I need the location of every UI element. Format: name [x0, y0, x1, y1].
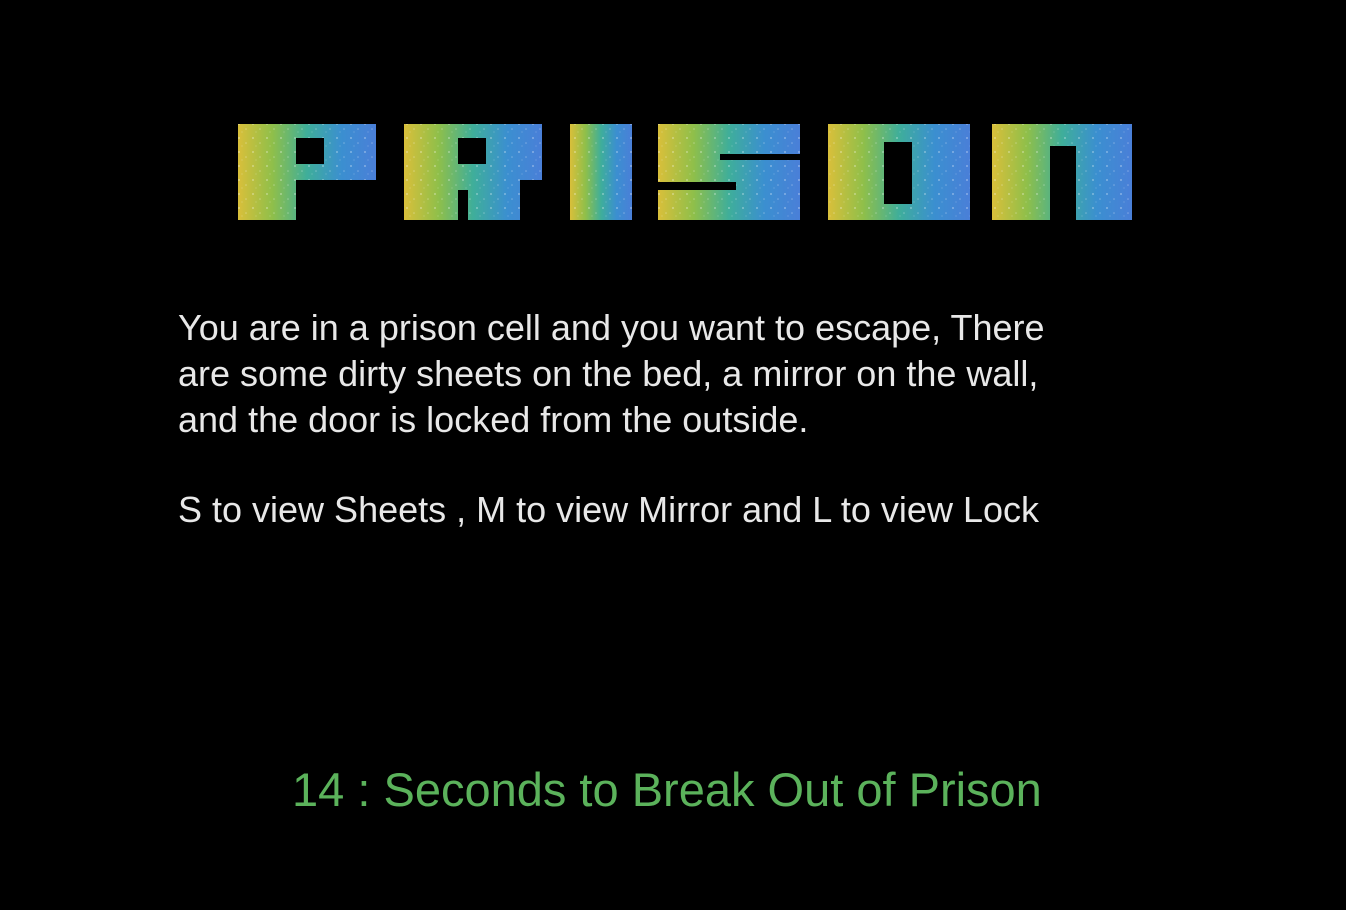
timer-label: Seconds to Break Out of Prison	[383, 763, 1042, 816]
timer-separator: :	[344, 763, 384, 816]
countdown-timer: 14 : Seconds to Break Out of Prison	[292, 762, 1192, 818]
timer-seconds: 14	[292, 763, 345, 816]
scene-description: You are in a prison cell and you want to…	[178, 305, 1178, 443]
logo-texture	[238, 124, 1132, 220]
scene-description-text: You are in a prison cell and you want to…	[178, 307, 1045, 440]
title-logo-graphic	[238, 124, 1132, 220]
key-instructions: S to view Sheets , M to view Mirror and …	[178, 489, 1039, 530]
game-screen: You are in a prison cell and you want to…	[0, 0, 1346, 910]
game-title-logo	[236, 120, 1136, 224]
